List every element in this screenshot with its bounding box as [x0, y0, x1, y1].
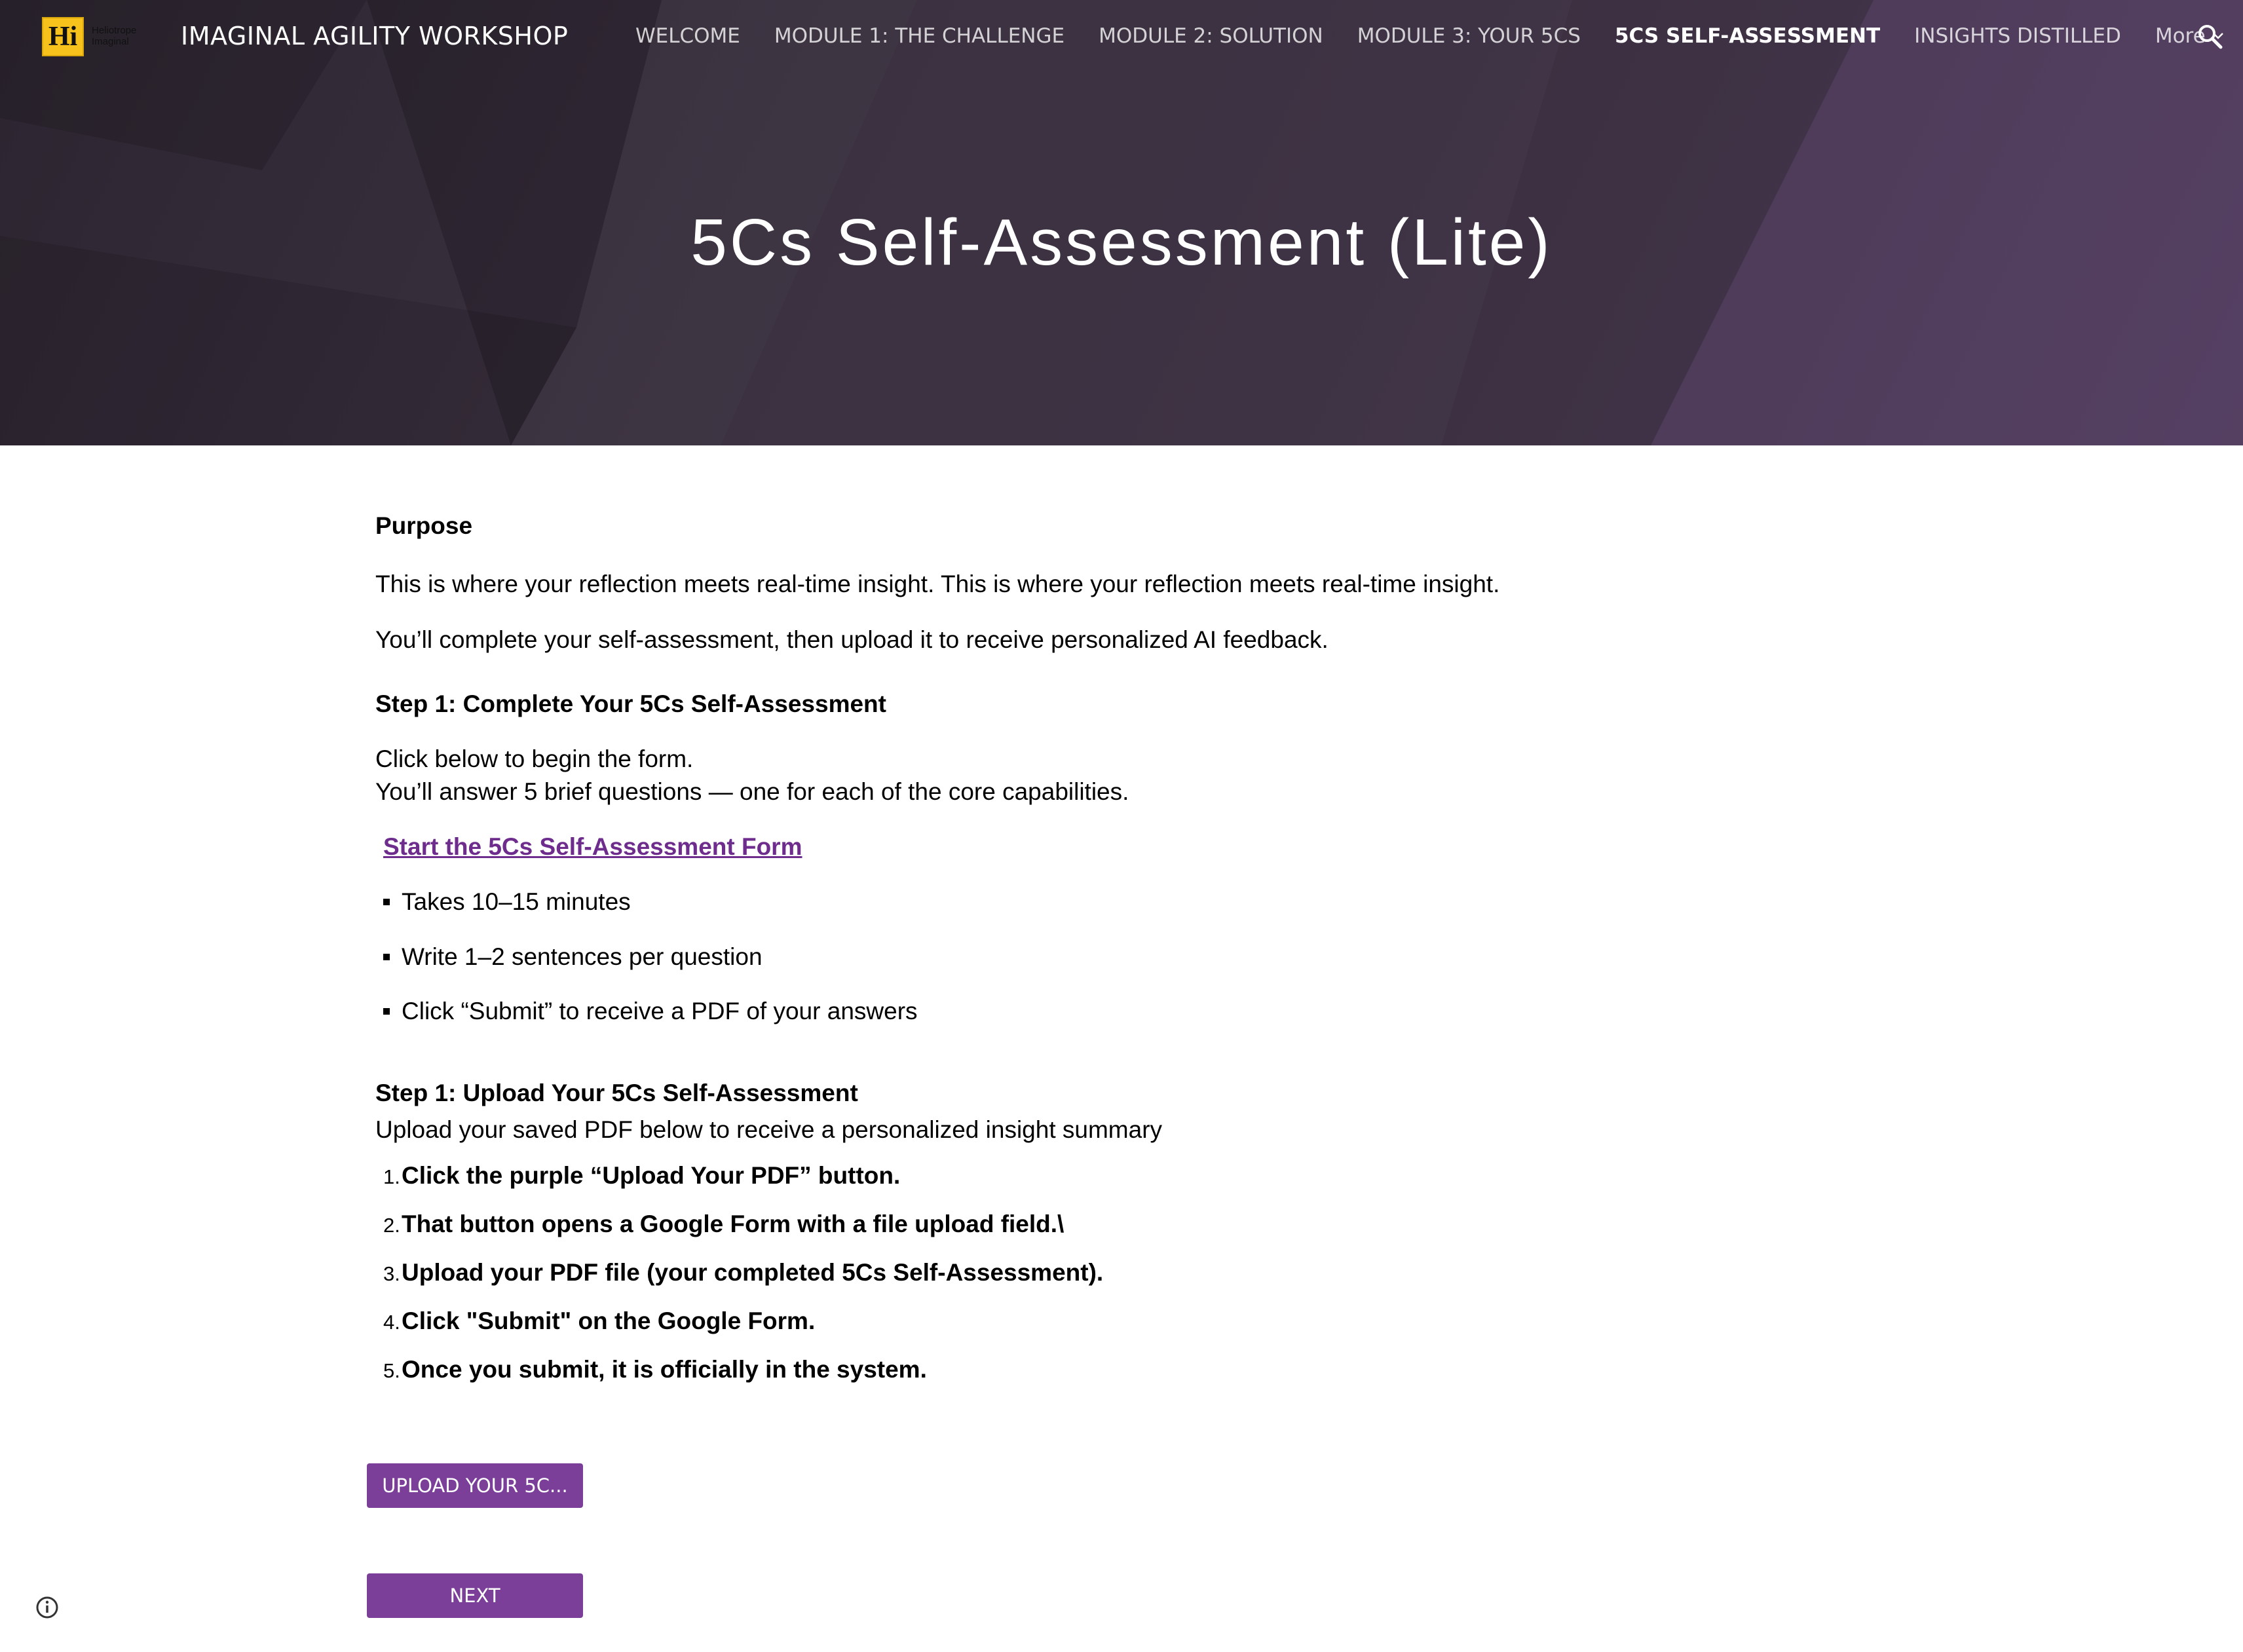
bullet-square: [383, 1008, 390, 1015]
nav-item-module-2[interactable]: MODULE 2: SOLUTION: [1099, 20, 1323, 52]
ordered-list-item: 5. Once you submit, it is officially in …: [383, 1355, 927, 1386]
nav-item-self-assessment[interactable]: 5CS SELF-ASSESSMENT: [1615, 20, 1880, 52]
intro-text: You’ll complete your self-assessment, th…: [375, 626, 1329, 653]
top-navigation-bar: Hi Heliotrope Imaginal IMAGINAL AGILITY …: [0, 0, 2243, 73]
list-number: 5.: [383, 1359, 400, 1382]
info-icon[interactable]: [34, 1594, 60, 1621]
search-icon[interactable]: [2196, 22, 2225, 51]
step1-line-2: You’ll answer 5 brief questions — one fo…: [375, 778, 1129, 805]
main-nav: WELCOME MODULE 1: THE CHALLENGE MODULE 2…: [635, 20, 2243, 52]
list-item-text: Upload your PDF file (your completed 5Cs…: [402, 1259, 1104, 1286]
list-number: 2.: [383, 1214, 400, 1237]
list-item-text: Click the purple “Upload Your PDF” butto…: [402, 1162, 901, 1189]
upload-pdf-button[interactable]: UPLOAD YOUR 5C...: [367, 1463, 583, 1508]
nav-item-module-1[interactable]: MODULE 1: THE CHALLENGE: [774, 20, 1065, 52]
logo-subtitle-line-2: Imaginal: [92, 36, 129, 47]
start-form-link[interactable]: Start the 5Cs Self-Assessment Form: [383, 832, 802, 862]
ordered-list-item: 3. Upload your PDF file (your completed …: [383, 1258, 1103, 1289]
bullet-square: [383, 899, 390, 905]
list-number: 1.: [383, 1165, 400, 1188]
hero-banner: Hi Heliotrope Imaginal IMAGINAL AGILITY …: [0, 0, 2243, 445]
list-item-text: Once you submit, it is officially in the…: [402, 1356, 927, 1383]
next-button[interactable]: NEXT: [367, 1573, 583, 1618]
bullet-text: Write 1–2 sentences per question: [402, 943, 763, 970]
purpose-heading: Purpose: [375, 512, 473, 539]
step2-heading: Step 1: Upload Your 5Cs Self-Assessment: [375, 1079, 858, 1106]
step1-heading: Step 1: Complete Your 5Cs Self-Assessmen…: [375, 690, 886, 717]
page: Hi Heliotrope Imaginal IMAGINAL AGILITY …: [0, 0, 2243, 1652]
ordered-list-item: 2. That button opens a Google Form with …: [383, 1209, 1064, 1241]
nav-item-module-3[interactable]: MODULE 3: YOUR 5CS: [1357, 20, 1581, 52]
bullet-text: Click “Submit” to receive a PDF of your …: [402, 998, 918, 1024]
ordered-list-item: 1. Click the purple “Upload Your PDF” bu…: [383, 1161, 900, 1192]
list-item: Click “Submit” to receive a PDF of your …: [383, 996, 918, 1026]
step1-line-1: Click below to begin the form.: [375, 745, 694, 772]
bullet-text: Takes 10–15 minutes: [402, 888, 631, 915]
ordered-list-item: 4. Click "Submit" on the Google Form.: [383, 1306, 815, 1338]
list-number: 4.: [383, 1311, 400, 1334]
logo-subtitle-line-1: Heliotrope: [92, 25, 137, 36]
list-item: Write 1–2 sentences per question: [383, 942, 763, 972]
page-title: 5Cs Self-Assessment (Lite): [690, 206, 1553, 279]
list-item: Takes 10–15 minutes: [383, 887, 631, 917]
list-number: 3.: [383, 1262, 400, 1285]
bullet-square: [383, 954, 390, 960]
site-title[interactable]: IMAGINAL AGILITY WORKSHOP: [181, 20, 568, 52]
logo-subtitle: Heliotrope Imaginal: [92, 25, 157, 47]
list-item-text: Click "Submit" on the Google Form.: [402, 1307, 816, 1334]
list-item-text: That button opens a Google Form with a f…: [402, 1211, 1065, 1237]
site-logo[interactable]: Hi: [42, 17, 84, 56]
logo-text: Hi: [48, 22, 78, 52]
nav-item-insights-distilled[interactable]: INSIGHTS DISTILLED: [1914, 20, 2121, 52]
step2-text: Upload your saved PDF below to receive a…: [375, 1116, 1163, 1143]
nav-item-welcome[interactable]: WELCOME: [635, 20, 740, 52]
purpose-text: This is where your reflection meets real…: [375, 571, 1500, 597]
